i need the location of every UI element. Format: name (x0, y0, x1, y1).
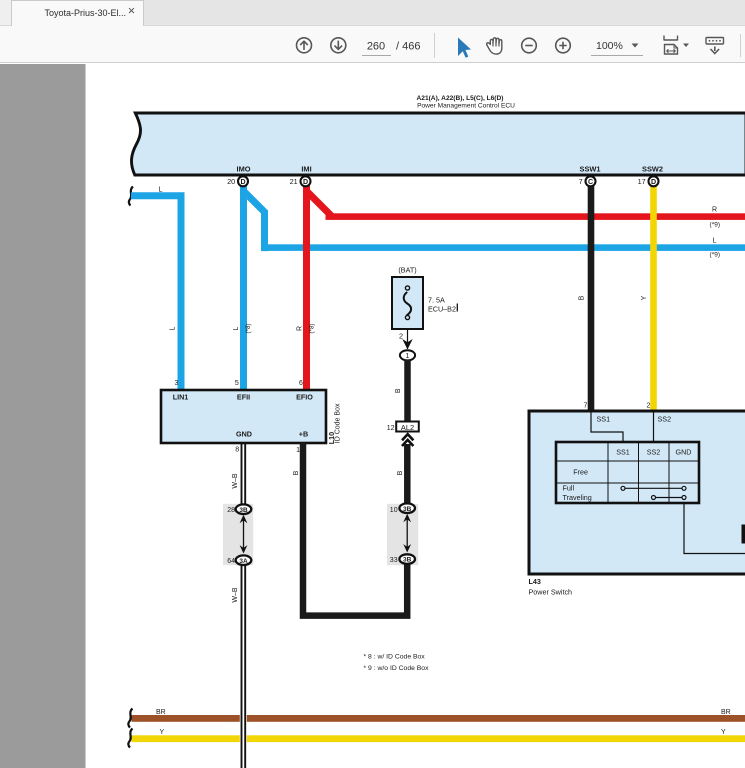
svg-text:Free: Free (573, 468, 588, 477)
svg-text:SSW1: SSW1 (580, 165, 601, 174)
svg-text:Power Management Control ECU: Power Management Control ECU (417, 103, 515, 110)
svg-text:64: 64 (227, 558, 235, 565)
svg-text:7: 7 (584, 403, 588, 410)
svg-text:B: B (395, 388, 402, 393)
svg-text:R: R (712, 206, 717, 213)
svg-text:LIN1: LIN1 (173, 393, 189, 402)
svg-text:L: L (233, 326, 240, 330)
svg-text:B: B (579, 295, 586, 300)
svg-text:D: D (303, 178, 308, 186)
svg-text:12: 12 (387, 425, 395, 432)
svg-text:SSW2: SSW2 (642, 165, 663, 174)
svg-text:IMO: IMO (237, 165, 251, 174)
svg-text:3A: 3A (239, 558, 248, 565)
svg-text:B: B (397, 470, 404, 475)
svg-text:17: 17 (638, 177, 646, 186)
svg-text:(*8): (*8) (245, 324, 252, 334)
svg-text:3B: 3B (403, 506, 412, 513)
svg-text:SS1: SS1 (616, 448, 630, 457)
svg-text:+B: +B (299, 430, 308, 439)
svg-text:2: 2 (647, 403, 651, 410)
svg-text:1: 1 (406, 353, 410, 360)
svg-text:R: R (297, 326, 304, 331)
svg-text:EFIO: EFIO (296, 393, 313, 402)
svg-text:(BAT): (BAT) (398, 266, 416, 275)
svg-text:* 9 : w/o ID Code Box: * 9 : w/o ID Code Box (364, 665, 430, 672)
svg-text:Power Switch: Power Switch (529, 588, 573, 597)
svg-text:D: D (240, 178, 245, 186)
svg-text:AL2: AL2 (401, 423, 414, 432)
svg-text:* 8 : w/ ID Code Box: * 8 : w/ ID Code Box (364, 654, 426, 661)
svg-text:7. 5A: 7. 5A (428, 296, 445, 305)
svg-text:GND: GND (676, 448, 692, 457)
svg-text:BR: BR (721, 709, 731, 716)
svg-text:Traveling: Traveling (563, 493, 592, 502)
svg-text:(*9): (*9) (710, 251, 720, 258)
svg-text:2: 2 (399, 332, 403, 341)
svg-text:L: L (170, 326, 177, 330)
svg-text:100%: 100% (596, 40, 623, 52)
svg-text:L: L (713, 237, 717, 244)
svg-text:28: 28 (227, 507, 235, 514)
svg-text:10: 10 (390, 507, 398, 514)
svg-text:Y: Y (160, 729, 165, 736)
svg-text:260: 260 (367, 41, 385, 53)
svg-text:(*8): (*8) (309, 324, 316, 334)
svg-text:8: 8 (235, 447, 239, 454)
svg-text:W–B: W–B (232, 473, 239, 489)
svg-text:3B: 3B (403, 557, 412, 564)
svg-text:W–B: W–B (232, 587, 239, 603)
svg-text:6: 6 (299, 380, 303, 387)
svg-text:EFII: EFII (237, 393, 250, 402)
svg-text:C: C (588, 178, 593, 186)
svg-text:SS2: SS2 (658, 415, 672, 424)
svg-text:3B: 3B (239, 507, 248, 514)
svg-text:21: 21 (290, 177, 298, 186)
svg-text:SS1: SS1 (597, 415, 611, 424)
svg-text:GND: GND (236, 430, 252, 439)
svg-text:(*9): (*9) (710, 221, 720, 228)
svg-text:L43: L43 (529, 577, 541, 586)
svg-text:/ 466: / 466 (396, 41, 420, 53)
svg-text:Y: Y (721, 729, 726, 736)
svg-text:L: L (159, 187, 163, 194)
svg-text:7: 7 (579, 177, 583, 186)
svg-text:IMI: IMI (301, 165, 311, 174)
svg-text:33: 33 (390, 557, 398, 564)
svg-text:A21(A), A22(B), L5(C), L6(D): A21(A), A22(B), L5(C), L6(D) (417, 95, 504, 102)
svg-text:Full: Full (563, 484, 575, 493)
svg-text:ID Code Box: ID Code Box (335, 403, 342, 443)
svg-text:SS2: SS2 (647, 448, 661, 457)
svg-text:Y: Y (641, 295, 648, 300)
svg-text:B: B (293, 470, 300, 475)
svg-text:3: 3 (174, 380, 178, 387)
svg-text:5: 5 (235, 380, 239, 387)
svg-text:20: 20 (227, 177, 235, 186)
svg-text:D: D (651, 178, 656, 186)
svg-text:1: 1 (296, 447, 300, 454)
svg-text:BR: BR (156, 709, 166, 716)
svg-text:ECU–B2: ECU–B2 (428, 304, 456, 313)
